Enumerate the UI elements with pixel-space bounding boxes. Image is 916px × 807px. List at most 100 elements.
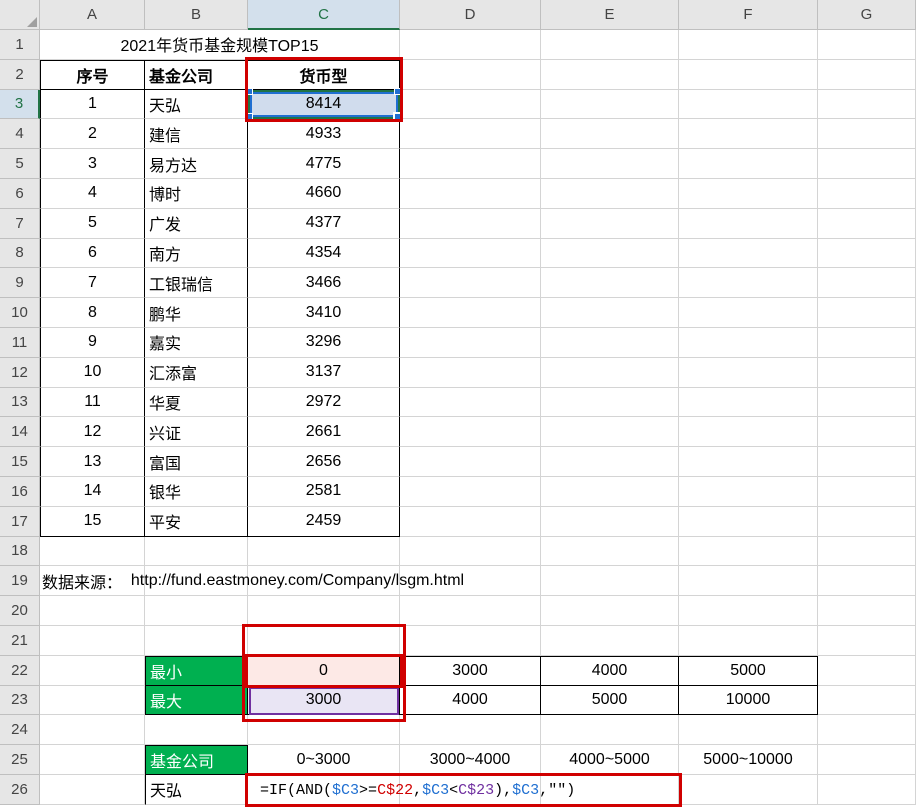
cell-A8[interactable]: 6	[40, 239, 145, 269]
cell-B15[interactable]: 富国	[145, 447, 248, 477]
col-header-F[interactable]: F	[679, 0, 818, 30]
cell-B4[interactable]: 建信	[145, 119, 248, 149]
cell-G21[interactable]	[818, 626, 916, 656]
cell-A1[interactable]: 2021年货币基金规模TOP15	[40, 30, 400, 60]
row-header-22[interactable]: 22	[0, 656, 40, 686]
cell-E16[interactable]	[541, 477, 679, 507]
cell-A12[interactable]: 10	[40, 358, 145, 388]
cell-D11[interactable]	[400, 328, 541, 358]
cell-G16[interactable]	[818, 477, 916, 507]
cell-A16[interactable]: 14	[40, 477, 145, 507]
cell-E9[interactable]	[541, 268, 679, 298]
cell-D17[interactable]	[400, 507, 541, 537]
cell-G22[interactable]	[818, 656, 916, 686]
cell-D24[interactable]	[400, 715, 541, 745]
cell-E5[interactable]	[541, 149, 679, 179]
cell-G13[interactable]	[818, 388, 916, 418]
cell-F17[interactable]	[679, 507, 818, 537]
cell-F6[interactable]	[679, 179, 818, 209]
cell-B18[interactable]	[145, 537, 248, 567]
cell-B25[interactable]: 基金公司	[145, 745, 248, 775]
cell-B20[interactable]	[145, 596, 248, 626]
cell-C22[interactable]: 0	[248, 656, 400, 686]
cell-E12[interactable]	[541, 358, 679, 388]
col-header-B[interactable]: B	[145, 0, 248, 30]
row-header-11[interactable]: 11	[0, 328, 40, 358]
cell-C3[interactable]: 8414	[248, 90, 400, 120]
cell-C10[interactable]: 3410	[248, 298, 400, 328]
cell-E13[interactable]	[541, 388, 679, 418]
cell-A25[interactable]	[40, 745, 145, 775]
cell-F20[interactable]	[679, 596, 818, 626]
cell-C18[interactable]	[248, 537, 400, 567]
cell-A4[interactable]: 2	[40, 119, 145, 149]
cell-F7[interactable]	[679, 209, 818, 239]
cell-G19[interactable]	[818, 566, 916, 596]
cell-F14[interactable]	[679, 417, 818, 447]
cell-F15[interactable]	[679, 447, 818, 477]
cell-G15[interactable]	[818, 447, 916, 477]
cell-G12[interactable]	[818, 358, 916, 388]
cell-E20[interactable]	[541, 596, 679, 626]
cell-D4[interactable]	[400, 119, 541, 149]
cell-E8[interactable]	[541, 239, 679, 269]
cell-A24[interactable]	[40, 715, 145, 745]
cell-A18[interactable]	[40, 537, 145, 567]
cell-F12[interactable]	[679, 358, 818, 388]
cell-B21[interactable]	[145, 626, 248, 656]
cell-G5[interactable]	[818, 149, 916, 179]
cell-B3[interactable]: 天弘	[145, 90, 248, 120]
cell-A5[interactable]: 3	[40, 149, 145, 179]
cell-F23[interactable]: 10000	[679, 686, 818, 716]
cell-D1[interactable]	[400, 30, 541, 60]
cell-F21[interactable]	[679, 626, 818, 656]
cell-D20[interactable]	[400, 596, 541, 626]
cells-area[interactable]: 2021年货币基金规模TOP15序号基金公司货币型1天弘84142建信49333…	[40, 30, 916, 805]
cell-E21[interactable]	[541, 626, 679, 656]
row-header-26[interactable]: 26	[0, 775, 40, 805]
cell-C23[interactable]: 3000	[248, 686, 400, 716]
cell-F1[interactable]	[679, 30, 818, 60]
cell-F18[interactable]	[679, 537, 818, 567]
cell-C25[interactable]: 0~3000	[248, 745, 400, 775]
cell-F13[interactable]	[679, 388, 818, 418]
col-header-D[interactable]: D	[400, 0, 541, 30]
cell-E11[interactable]	[541, 328, 679, 358]
cell-G18[interactable]	[818, 537, 916, 567]
cell-B17[interactable]: 平安	[145, 507, 248, 537]
cell-E6[interactable]	[541, 179, 679, 209]
cell-D9[interactable]	[400, 268, 541, 298]
cell-G10[interactable]	[818, 298, 916, 328]
cell-C24[interactable]	[248, 715, 400, 745]
cell-C8[interactable]: 4354	[248, 239, 400, 269]
cell-B11[interactable]: 嘉实	[145, 328, 248, 358]
cell-B23[interactable]: 最大	[145, 686, 248, 716]
cell-A14[interactable]: 12	[40, 417, 145, 447]
formula-cell-text[interactable]: =IF(AND($C3>=C$22,$C3<C$23),$C3,"")	[254, 775, 581, 805]
cell-D3[interactable]	[400, 90, 541, 120]
cell-G25[interactable]	[818, 745, 916, 775]
cell-A13[interactable]: 11	[40, 388, 145, 418]
cell-B26[interactable]: 天弘	[145, 775, 248, 805]
cell-G20[interactable]	[818, 596, 916, 626]
row-header-19[interactable]: 19	[0, 566, 40, 596]
cell-D16[interactable]	[400, 477, 541, 507]
row-header-12[interactable]: 12	[0, 358, 40, 388]
cell-B7[interactable]: 广发	[145, 209, 248, 239]
cell-C2[interactable]: 货币型	[248, 60, 400, 90]
cell-G14[interactable]	[818, 417, 916, 447]
cell-E14[interactable]	[541, 417, 679, 447]
cell-D7[interactable]	[400, 209, 541, 239]
cell-E10[interactable]	[541, 298, 679, 328]
cell-F26[interactable]	[679, 775, 818, 805]
row-header-15[interactable]: 15	[0, 447, 40, 477]
cell-C9[interactable]: 3466	[248, 268, 400, 298]
cell-A22[interactable]	[40, 656, 145, 686]
cell-C15[interactable]: 2656	[248, 447, 400, 477]
cell-A10[interactable]: 8	[40, 298, 145, 328]
cell-B22[interactable]: 最小	[145, 656, 248, 686]
cell-D12[interactable]	[400, 358, 541, 388]
cell-G23[interactable]	[818, 686, 916, 716]
cell-G26[interactable]	[818, 775, 916, 805]
cell-G9[interactable]	[818, 268, 916, 298]
